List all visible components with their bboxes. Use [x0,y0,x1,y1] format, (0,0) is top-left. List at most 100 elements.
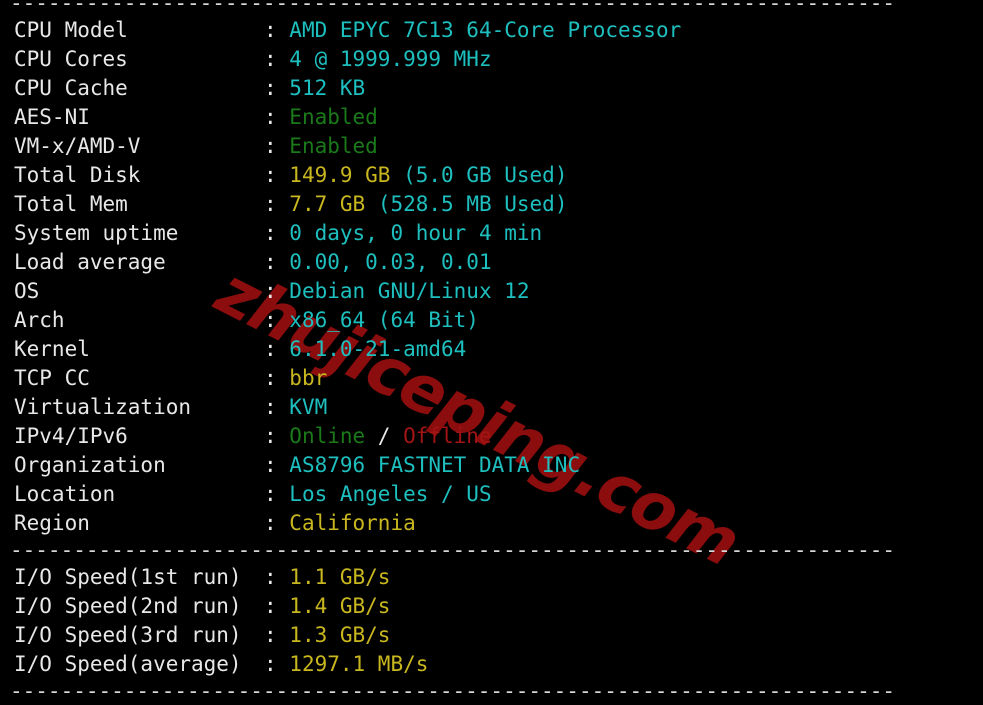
info-row-value: 512 KB [289,76,365,100]
info-row-colon: : [264,337,290,361]
info-row-label: VM-x/AMD-V [14,134,141,158]
value-segment: 1297.1 MB/s [289,652,429,676]
value-segment: 1.1 GB/s [289,565,391,589]
info-row: Arch: x86_64 (64 Bit) [0,306,983,335]
info-row-colon: : [264,134,290,158]
info-row-label: I/O Speed(average) [14,652,242,676]
info-row-value: Enabled [289,105,378,129]
info-row-colon: : [264,652,290,676]
value-segment: Online [289,424,366,448]
info-row-value: Online / Offline [289,424,491,448]
info-row-colon: : [264,511,290,535]
info-row-label: Arch [14,308,65,332]
info-row: Region: California [0,509,983,538]
info-row-value: Debian GNU/Linux 12 [289,279,529,303]
info-row-label: Total Mem [14,192,128,216]
info-row-value: 0.00, 0.03, 0.01 [289,250,491,274]
value-segment [390,163,403,187]
info-row: CPU Cores: 4 @ 1999.999 MHz [0,45,983,74]
info-row-value: Enabled [289,134,378,158]
info-row: Total Disk: 149.9 GB (5.0 GB Used) [0,161,983,190]
info-row: I/O Speed(2nd run): 1.4 GB/s [0,592,983,621]
info-row: TCP CC: bbr [0,364,983,393]
terminal-window[interactable]: zhujiceping.com ------------------------… [0,0,983,705]
info-row-label: CPU Model [14,18,128,42]
info-row-colon: : [264,192,290,216]
info-row-colon: : [264,47,290,71]
info-row-value: bbr [289,366,327,390]
info-row-label: Region [14,511,90,535]
separator-top: ----------------------------------------… [10,0,896,15]
value-segment: (5.0 GB Used) [403,163,568,187]
info-row-value: 1.3 GB/s [289,623,390,647]
info-row: Kernel: 6.1.0-21-amd64 [0,335,983,364]
info-row-colon: : [264,163,290,187]
info-row-label: Organization [14,453,166,477]
info-row-label: OS [14,279,40,303]
info-row-colon: : [264,18,290,42]
info-row: System uptime: 0 days, 0 hour 4 min [0,219,983,248]
value-segment: KVM [289,395,328,419]
info-row-label: IPv4/IPv6 [14,424,128,448]
info-row-label: Location [14,482,116,506]
info-row: CPU Cache: 512 KB [0,74,983,103]
value-segment: Enabled [289,105,378,129]
value-segment: 1.4 GB/s [289,594,391,618]
info-row-colon: : [264,279,290,303]
info-row: VM-x/AMD-V: Enabled [0,132,983,161]
value-segment: x86_64 (64 Bit) [289,308,479,332]
info-row-colon: : [264,453,290,477]
info-row-colon: : [264,308,290,332]
info-row-value: AMD EPYC 7C13 64-Core Processor [289,18,681,42]
info-row: I/O Speed(average): 1297.1 MB/s [0,650,983,679]
info-row-label: Virtualization [14,395,192,419]
info-row-colon: : [264,482,290,506]
value-segment: 1.3 GB/s [289,623,391,647]
info-row-label: TCP CC [14,366,90,390]
info-row-value: Los Angeles / US [289,482,491,506]
value-segment: 4 @ 1999.999 MHz [289,47,492,71]
info-row-colon: : [264,395,290,419]
info-row-value: 1297.1 MB/s [289,652,428,676]
info-row: IPv4/IPv6: Online / Offline [0,422,983,451]
info-row: I/O Speed(3rd run): 1.3 GB/s [0,621,983,650]
info-row-colon: : [264,424,290,448]
info-row-colon: : [264,366,290,390]
info-row-label: Total Disk [14,163,141,187]
info-row-colon: : [264,250,290,274]
info-row: Location: Los Angeles / US [0,480,983,509]
info-row-label: Kernel [14,337,90,361]
value-segment: 0 days, 0 hour 4 min [289,221,543,245]
info-row-value: 6.1.0-21-amd64 [289,337,466,361]
info-row-value: 1.1 GB/s [289,565,390,589]
info-row-colon: : [264,594,290,618]
system-info-section: CPU Model: AMD EPYC 7C13 64-Core Process… [0,16,983,538]
info-row: OS: Debian GNU/Linux 12 [0,277,983,306]
info-row: CPU Model: AMD EPYC 7C13 64-Core Process… [0,16,983,45]
value-segment: / [365,424,404,448]
info-row-colon: : [264,105,290,129]
value-segment: Los Angeles / US [289,482,492,506]
info-row-value: AS8796 FASTNET DATA INC [289,453,580,477]
value-segment [365,192,378,216]
io-speed-section: I/O Speed(1st run): 1.1 GB/s I/O Speed(2n… [0,563,983,679]
info-row: AES-NI: Enabled [0,103,983,132]
info-row-value: 1.4 GB/s [289,594,390,618]
info-row-colon: : [264,76,290,100]
info-row-colon: : [264,221,290,245]
value-segment: bbr [289,366,328,390]
value-segment: Enabled [289,134,378,158]
value-segment: 512 KB [289,76,366,100]
info-row-label: Load average [14,250,166,274]
terminal-output: ----------------------------------------… [0,0,983,704]
value-segment: 6.1.0-21-amd64 [289,337,467,361]
info-row-value: 0 days, 0 hour 4 min [289,221,542,245]
info-row-label: AES-NI [14,105,90,129]
info-row-label: I/O Speed(3rd run) [14,623,242,647]
value-segment: California [289,511,416,535]
info-row-value: 4 @ 1999.999 MHz [289,47,491,71]
info-row-colon: : [264,565,290,589]
value-segment: 7.7 GB [289,192,366,216]
info-row-label: I/O Speed(2nd run) [14,594,242,618]
separator-bottom: ----------------------------------------… [10,679,896,703]
